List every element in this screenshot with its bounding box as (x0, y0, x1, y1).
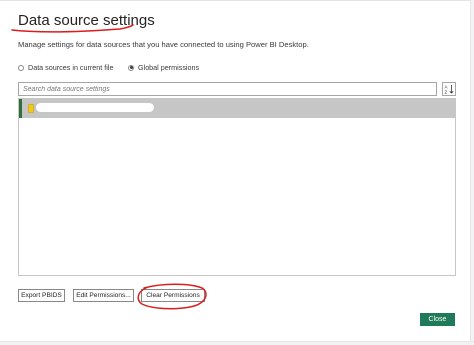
window-bottom-edge (0, 341, 474, 345)
red-underline-annotation (11, 24, 134, 33)
redacted-data-source-name (36, 103, 154, 112)
dialog-description: Manage settings for data sources that yo… (18, 40, 309, 49)
search-input[interactable] (18, 82, 437, 96)
edit-permissions-button[interactable]: Edit Permissions... (73, 289, 134, 302)
radio-global-permissions-label: Global permissions (138, 63, 200, 72)
data-source-icon (28, 104, 34, 113)
window-top-border (0, 0, 474, 1)
sort-button[interactable]: A Z (442, 82, 456, 96)
window-right-edge (470, 0, 474, 345)
radio-current-file-label: Data sources in current file (28, 63, 114, 72)
close-button[interactable]: Close (420, 313, 455, 326)
radio-button-checked-icon (128, 64, 134, 71)
radio-global-permissions[interactable]: Global permissions (128, 63, 199, 72)
svg-text:Z: Z (445, 90, 448, 95)
sort-az-icon: A Z (445, 85, 454, 95)
export-pbids-button[interactable]: Export PBIDS (18, 289, 65, 302)
clear-permissions-button[interactable]: Clear Permissions (141, 289, 205, 302)
radio-current-file[interactable]: Data sources in current file (18, 63, 114, 72)
data-source-list[interactable] (18, 98, 456, 276)
list-item[interactable] (19, 99, 455, 118)
radio-button-icon (18, 64, 24, 71)
